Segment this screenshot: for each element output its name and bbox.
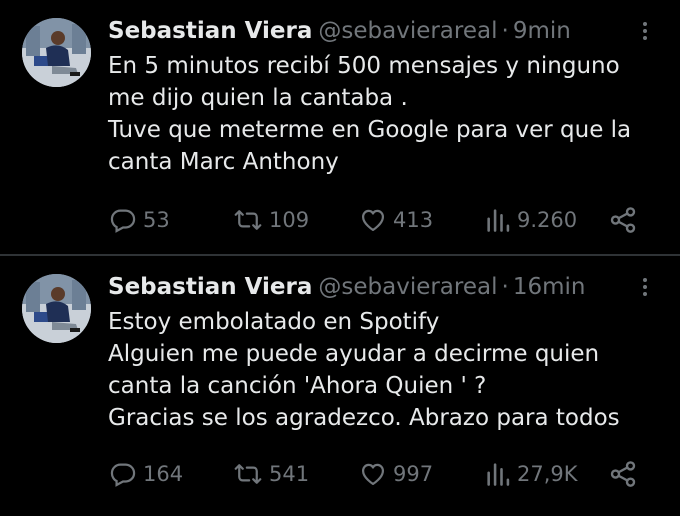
- avatar-photo: [22, 274, 91, 343]
- reply-button[interactable]: 164: [108, 459, 183, 489]
- views-count: 9.260: [517, 208, 578, 232]
- heart-icon: [361, 209, 385, 232]
- like-button[interactable]: 413: [358, 205, 433, 235]
- author-handle[interactable]: @sebavierareal: [318, 18, 497, 44]
- avatar[interactable]: [22, 274, 91, 343]
- tweet-text: En 5 minutos recibí 500 mensajes y ningu…: [108, 50, 668, 178]
- reply-button[interactable]: 53: [108, 205, 170, 235]
- reply-count: 53: [143, 208, 170, 232]
- tweet-text-line: canta la canción 'Ahora Quien ' ?: [108, 373, 487, 399]
- separator: ·: [501, 274, 509, 300]
- share-icon: [610, 461, 636, 487]
- tweet-text-line: Alguien me puede ayudar a decirme quien: [108, 341, 600, 367]
- tweet-text: Estoy embolatado en Spotify Alguien me p…: [108, 306, 668, 434]
- share-button[interactable]: [608, 459, 638, 489]
- tweet[interactable]: Sebastian Viera @sebavierareal · 16min Esto…: [0, 256, 680, 516]
- like-count: 997: [393, 462, 434, 486]
- tweet-text-line: me dijo quien la cantaba ️.: [108, 85, 408, 111]
- views-chart-icon: [487, 209, 510, 232]
- reply-icon: [110, 463, 136, 487]
- author-handle[interactable]: @sebavierareal: [318, 274, 497, 300]
- tweet-text-line: Gracias se los agradezco. Abrazo para to…: [108, 405, 620, 431]
- heart-icon: [361, 463, 385, 486]
- action-bar: 164 541 997 27,9K: [108, 459, 648, 489]
- tweet-text-line: Tuve que meterme en Google para ver que …: [108, 117, 632, 143]
- tweet[interactable]: Sebastian Viera @sebavierareal · 9min En 5 …: [0, 0, 680, 254]
- separator: ·: [501, 18, 509, 44]
- more-vertical-icon[interactable]: [638, 20, 652, 42]
- reply-count: 164: [143, 462, 184, 486]
- tweet-header: Sebastian Viera @sebavierareal · 9min: [108, 14, 571, 48]
- reply-icon: [110, 209, 136, 233]
- views-count: 27,9K: [517, 462, 578, 486]
- retweet-button[interactable]: 109: [232, 205, 309, 235]
- retweet-icon: [234, 464, 262, 484]
- retweet-button[interactable]: 541: [232, 459, 309, 489]
- retweet-count: 109: [269, 208, 310, 232]
- views-chart-icon: [487, 463, 510, 486]
- author-name[interactable]: Sebastian Viera: [108, 274, 312, 300]
- avatar[interactable]: [22, 18, 91, 87]
- like-button[interactable]: 997: [358, 459, 433, 489]
- share-icon: [610, 207, 636, 233]
- share-button[interactable]: [608, 205, 638, 235]
- like-count: 413: [393, 208, 434, 232]
- tweet-text-line: En 5 minutos recibí 500 mensajes y ningu…: [108, 53, 620, 79]
- timestamp[interactable]: 16min: [513, 274, 586, 300]
- avatar-photo: [22, 18, 91, 87]
- timestamp[interactable]: 9min: [513, 18, 571, 44]
- views-button[interactable]: 27,9K: [484, 459, 578, 489]
- tweet-text-line: canta Marc Anthony: [108, 149, 339, 175]
- more-vertical-icon[interactable]: [638, 276, 652, 298]
- retweet-icon: [234, 210, 262, 230]
- tweet-header: Sebastian Viera @sebavierareal · 16min: [108, 270, 585, 304]
- retweet-count: 541: [269, 462, 310, 486]
- author-name[interactable]: Sebastian Viera: [108, 18, 312, 44]
- action-bar: 53 109 413 9.260: [108, 205, 648, 235]
- views-button[interactable]: 9.260: [484, 205, 577, 235]
- tweet-text-line: Estoy embolatado en Spotify: [108, 309, 440, 335]
